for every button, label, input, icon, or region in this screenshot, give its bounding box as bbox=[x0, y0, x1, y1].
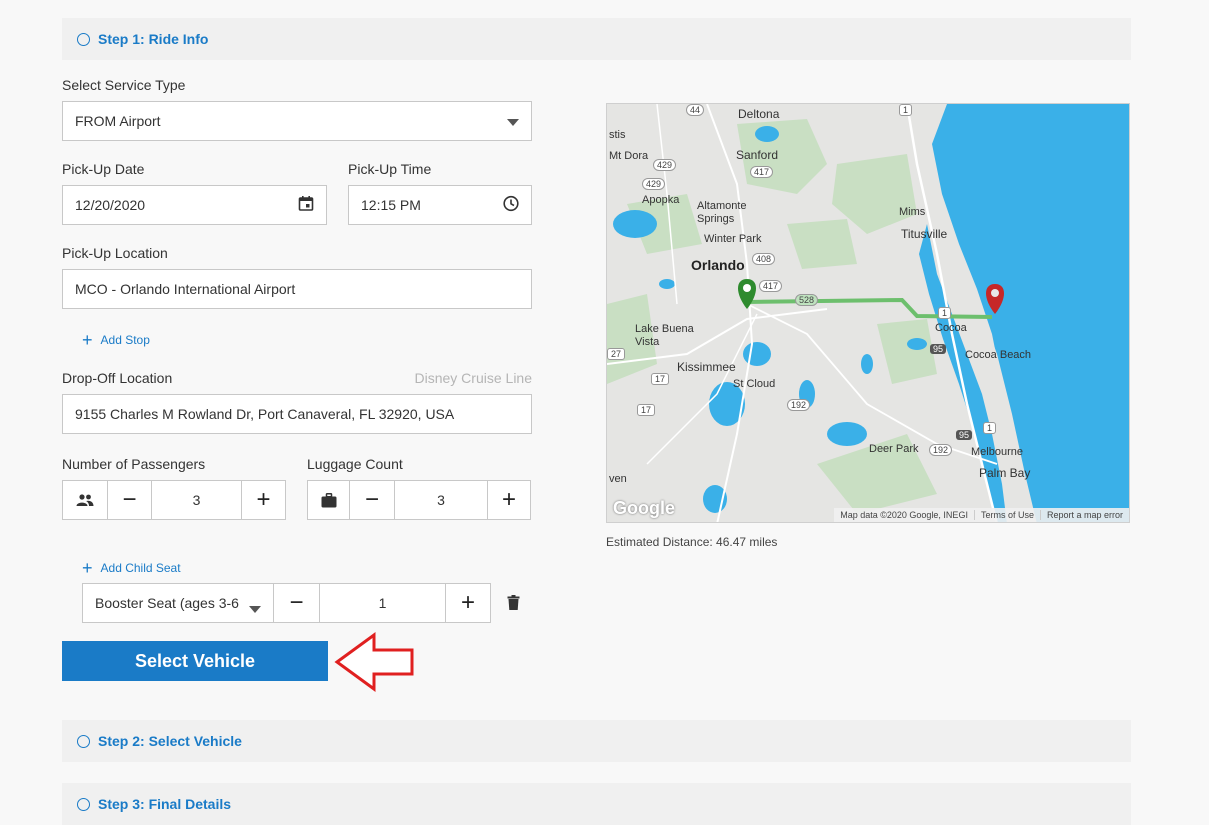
map-place-label: Cocoa Beach bbox=[965, 349, 1032, 361]
map-road-shield: 417 bbox=[759, 280, 783, 292]
child-seat-decrement-button[interactable]: − bbox=[274, 584, 320, 622]
pickup-date-input[interactable]: 12/20/2020 bbox=[62, 185, 327, 225]
map-place-label: Winter Park bbox=[704, 233, 762, 245]
map-place-label: St Cloud bbox=[733, 378, 776, 390]
route-map[interactable]: Deltona Sanford Apopka Altamonte Springs… bbox=[606, 103, 1130, 523]
step-3-circle-icon bbox=[77, 797, 90, 811]
passengers-label: Number of Passengers bbox=[62, 456, 206, 472]
map-road-shield: 429 bbox=[653, 159, 677, 171]
map-place-label: Altamonte Springs bbox=[697, 200, 747, 225]
map-place-label: Orlando bbox=[691, 257, 745, 273]
map-attribution-bar: Map data ©2020 Google, INEGI Terms of Us… bbox=[834, 508, 1129, 522]
add-child-seat-label: Add Child Seat bbox=[100, 561, 181, 575]
map-place-label: Apopka bbox=[642, 194, 680, 206]
terms-of-use-link[interactable]: Terms of Use bbox=[975, 510, 1041, 520]
map-road-shield: 95 bbox=[956, 430, 973, 440]
report-map-error-link[interactable]: Report a map error bbox=[1041, 510, 1129, 520]
map-place-label: Deer Park bbox=[869, 443, 919, 455]
map-road-shield: 95 bbox=[930, 344, 947, 354]
map-road-shield: 17 bbox=[651, 373, 670, 385]
plus-icon: + bbox=[82, 330, 93, 350]
map-place-label: Lake Buena Vista bbox=[635, 323, 694, 348]
clock-icon[interactable] bbox=[503, 195, 519, 215]
child-seat-row: Booster Seat (ages 3-6 − 1 + bbox=[82, 583, 491, 623]
trash-icon[interactable] bbox=[507, 595, 520, 615]
map-place-label: Deltona bbox=[738, 107, 780, 121]
map-road-shield: 1 bbox=[983, 422, 997, 434]
map-road-shield: 429 bbox=[642, 178, 666, 190]
dropoff-location-value: 9155 Charles M Rowland Dr, Port Canavera… bbox=[75, 406, 455, 422]
pickup-location-label: Pick-Up Location bbox=[62, 245, 168, 261]
pickup-time-value: 12:15 PM bbox=[361, 197, 421, 213]
pickup-location-input[interactable]: MCO - Orlando International Airport bbox=[62, 269, 532, 309]
map-road-shield: 192 bbox=[929, 444, 953, 456]
map-road-shield: 417 bbox=[750, 166, 774, 178]
step-1-circle-icon bbox=[77, 32, 90, 46]
passengers-value[interactable]: 3 bbox=[152, 481, 242, 519]
luggage-increment-button[interactable]: + bbox=[488, 481, 530, 519]
dropdown-arrow-icon bbox=[507, 113, 519, 129]
map-place-label: Sanford bbox=[736, 148, 779, 162]
add-stop-link[interactable]: + Add Stop bbox=[82, 331, 150, 349]
child-seat-type-value: Booster Seat (ages 3-6 bbox=[95, 595, 239, 611]
map-road-shield: 1 bbox=[899, 104, 913, 116]
pickup-date-value: 12/20/2020 bbox=[75, 197, 146, 213]
pickup-time-input[interactable]: 12:15 PM bbox=[348, 185, 532, 225]
map-place-label: ven bbox=[609, 473, 627, 485]
passengers-stepper: − 3 + bbox=[62, 480, 286, 520]
map-road-shield: 192 bbox=[787, 399, 811, 411]
step-1-label: Step 1: Ride Info bbox=[98, 31, 209, 47]
map-place-label: Mims bbox=[899, 206, 926, 218]
map-data-text: Map data ©2020 Google, INEGI bbox=[834, 510, 975, 520]
child-seat-increment-button[interactable]: + bbox=[446, 584, 490, 622]
service-type-label: Select Service Type bbox=[62, 77, 186, 93]
annotation-arrow-icon bbox=[334, 632, 416, 697]
map-place-label: Titusville bbox=[901, 227, 948, 241]
passengers-icon bbox=[63, 481, 108, 519]
luggage-icon bbox=[308, 481, 350, 519]
map-road-shield: 408 bbox=[752, 253, 776, 265]
child-seat-type-select[interactable]: Booster Seat (ages 3-6 bbox=[83, 584, 274, 622]
dropdown-arrow-icon bbox=[249, 600, 261, 616]
pickup-time-label: Pick-Up Time bbox=[348, 161, 432, 177]
passengers-decrement-button[interactable]: − bbox=[108, 481, 152, 519]
service-type-select[interactable]: FROM Airport bbox=[62, 101, 532, 141]
map-road-shield: 44 bbox=[686, 104, 705, 116]
step-2-label: Step 2: Select Vehicle bbox=[98, 733, 242, 749]
map-place-label: Kissimmee bbox=[677, 360, 736, 374]
step-1-header[interactable]: Step 1: Ride Info bbox=[62, 18, 1131, 60]
plus-icon: + bbox=[82, 558, 93, 578]
step-3-header[interactable]: Step 3: Final Details bbox=[62, 783, 1131, 825]
step-2-circle-icon bbox=[77, 734, 90, 748]
map-place-label: Melbourne bbox=[971, 446, 1023, 458]
map-place-label: stis bbox=[609, 129, 626, 141]
luggage-label: Luggage Count bbox=[307, 456, 403, 472]
map-place-label: Mt Dora bbox=[609, 150, 649, 162]
passengers-increment-button[interactable]: + bbox=[242, 481, 285, 519]
map-place-label: Palm Bay bbox=[979, 466, 1031, 480]
google-logo: Google bbox=[613, 498, 675, 518]
luggage-value[interactable]: 3 bbox=[395, 481, 488, 519]
select-vehicle-button[interactable]: Select Vehicle bbox=[62, 641, 328, 681]
dropoff-hint: Disney Cruise Line bbox=[414, 370, 533, 386]
child-seat-value[interactable]: 1 bbox=[320, 584, 446, 622]
service-type-value: FROM Airport bbox=[75, 113, 161, 129]
add-child-seat-link[interactable]: + Add Child Seat bbox=[82, 559, 181, 577]
pickup-location-value: MCO - Orlando International Airport bbox=[75, 281, 296, 297]
calendar-icon[interactable] bbox=[298, 196, 314, 215]
dropoff-location-input[interactable]: 9155 Charles M Rowland Dr, Port Canavera… bbox=[62, 394, 532, 434]
pickup-date-label: Pick-Up Date bbox=[62, 161, 145, 177]
step-3-label: Step 3: Final Details bbox=[98, 796, 232, 812]
add-stop-label: Add Stop bbox=[100, 333, 150, 347]
map-road-shield: 1 bbox=[938, 307, 952, 319]
luggage-decrement-button[interactable]: − bbox=[350, 481, 395, 519]
luggage-stepper: − 3 + bbox=[307, 480, 531, 520]
map-road-shield: 528 bbox=[795, 294, 819, 306]
map-place-label: Cocoa bbox=[935, 322, 967, 334]
map-road-shield: 17 bbox=[637, 404, 656, 416]
map-road-shield: 27 bbox=[607, 348, 626, 360]
dropoff-location-label: Drop-Off Location bbox=[62, 370, 173, 386]
estimated-distance: Estimated Distance: 46.47 miles bbox=[606, 535, 778, 549]
step-2-header[interactable]: Step 2: Select Vehicle bbox=[62, 720, 1131, 762]
